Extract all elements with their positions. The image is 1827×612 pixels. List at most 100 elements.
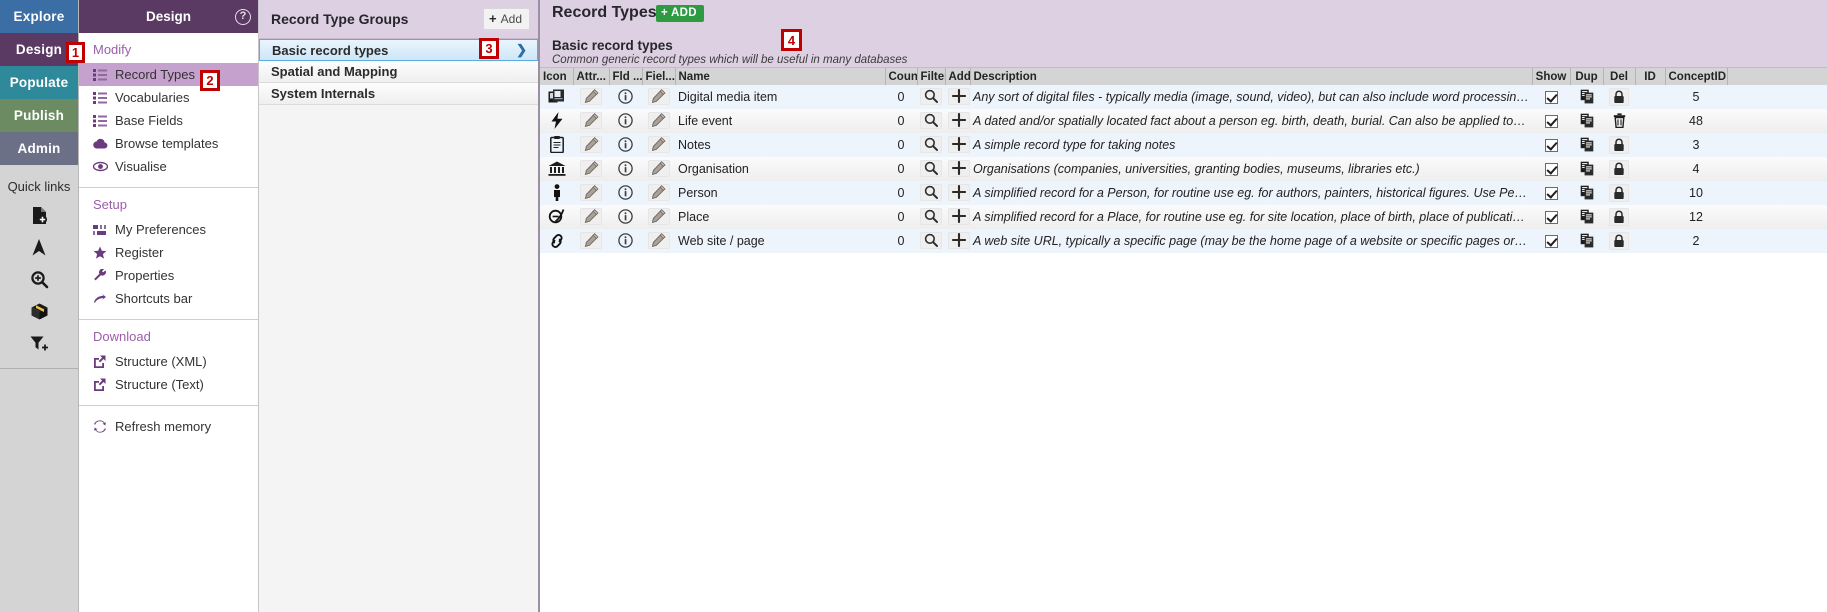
show-checkbox[interactable] [1545,139,1558,152]
pencil-icon[interactable] [580,160,602,177]
pencil-icon[interactable] [580,112,602,129]
col-show[interactable]: Show [1532,68,1570,85]
info-icon[interactable] [616,207,636,225]
plus-icon[interactable] [948,112,970,129]
group-item-system-internals[interactable]: System Internals [259,83,538,105]
plus-icon[interactable] [948,232,970,249]
sidebar-item-my-preferences[interactable]: My Preferences [79,218,258,241]
pencil-icon[interactable] [648,208,670,225]
sidebar-item-refresh-memory[interactable]: Refresh memory [79,415,258,438]
nav-button-populate[interactable]: Populate [0,66,78,99]
table-row[interactable]: Web site / page0A web site URL, typicall… [540,229,1827,253]
search-icon[interactable] [920,112,942,129]
plus-icon[interactable] [948,184,970,201]
nav-button-publish[interactable]: Publish [0,99,78,132]
show-checkbox[interactable] [1545,235,1558,248]
info-icon[interactable] [616,159,636,177]
pencil-icon[interactable] [648,160,670,177]
pencil-icon[interactable] [648,136,670,153]
copy-icon[interactable] [1577,135,1597,153]
sidebar-item-structure-xml[interactable]: Structure (XML) [79,350,258,373]
search-icon[interactable] [920,184,942,201]
add-record-icon[interactable] [28,204,50,226]
col-attr[interactable]: Attr... [573,68,609,85]
plus-icon[interactable] [948,208,970,225]
show-checkbox[interactable] [1545,163,1558,176]
show-checkbox[interactable] [1545,211,1558,224]
sidebar-item-record-types[interactable]: Record Types [79,63,258,86]
col-filter[interactable]: Filter [917,68,945,85]
col-name[interactable]: Name [675,68,885,85]
row-name[interactable]: Web site / page [675,229,885,253]
copy-icon[interactable] [1577,231,1597,249]
pencil-icon[interactable] [648,232,670,249]
pencil-icon[interactable] [580,184,602,201]
pencil-icon[interactable] [648,184,670,201]
info-icon[interactable] [616,183,636,201]
navigate-icon[interactable] [28,236,50,258]
sidebar-item-shortcuts-bar[interactable]: Shortcuts bar [79,287,258,310]
search-icon[interactable] [920,136,942,153]
col-count[interactable]: Count [885,68,917,85]
info-icon[interactable] [616,135,636,153]
sidebar-item-register[interactable]: Register [79,241,258,264]
nav-button-explore[interactable]: Explore [0,0,78,33]
table-row[interactable]: Place0A simplified record for a Place, f… [540,205,1827,229]
sidebar-item-visualise[interactable]: Visualise [79,155,258,178]
col-icon[interactable]: Icon [540,68,573,85]
show-checkbox[interactable] [1545,91,1558,104]
sidebar-item-structure-text[interactable]: Structure (Text) [79,373,258,396]
pencil-icon[interactable] [648,88,670,105]
help-icon[interactable]: ? [235,9,251,25]
table-row[interactable]: Organisation0Organisations (companies, u… [540,157,1827,181]
record-types-table-wrap[interactable]: Icon Attr... Fld ... Fiel... Name Count … [540,68,1827,612]
pencil-icon[interactable] [580,232,602,249]
col-description[interactable]: Description [970,68,1532,85]
col-del[interactable]: Del [1603,68,1635,85]
pencil-icon[interactable] [580,88,602,105]
row-name[interactable]: Notes [675,133,885,157]
info-icon[interactable] [616,231,636,249]
copy-icon[interactable] [1577,111,1597,129]
copy-icon[interactable] [1577,207,1597,225]
chevron-right-icon[interactable]: ❯ [516,42,533,58]
col-id[interactable]: ID [1635,68,1665,85]
info-icon[interactable] [616,87,636,105]
copy-icon[interactable] [1577,183,1597,201]
group-item-spatial-and-mapping[interactable]: Spatial and Mapping [259,61,538,83]
search-icon[interactable] [920,88,942,105]
col-fld2[interactable]: Fiel... [642,68,675,85]
sidebar-item-vocabularies[interactable]: Vocabularies [79,86,258,109]
sidebar-item-properties[interactable]: Properties [79,264,258,287]
row-name[interactable]: Person [675,181,885,205]
table-row[interactable]: Person0A simplified record for a Person,… [540,181,1827,205]
show-checkbox[interactable] [1545,115,1558,128]
col-fld1[interactable]: Fld ... [609,68,642,85]
nav-button-admin[interactable]: Admin [0,132,78,165]
plus-icon[interactable] [948,160,970,177]
add-group-button[interactable]: + Add [483,8,530,30]
table-row[interactable]: Digital media item0Any sort of digital f… [540,85,1827,109]
show-checkbox[interactable] [1545,187,1558,200]
info-icon[interactable] [616,111,636,129]
plus-icon[interactable] [948,88,970,105]
row-name[interactable]: Place [675,205,885,229]
trash-icon[interactable] [1609,111,1629,129]
search-icon[interactable] [28,268,50,290]
search-icon[interactable] [920,232,942,249]
pencil-icon[interactable] [580,136,602,153]
row-name[interactable]: Digital media item [675,85,885,109]
filter-add-icon[interactable] [28,332,50,354]
table-row[interactable]: Life event0A dated and/or spatially loca… [540,109,1827,133]
search-icon[interactable] [920,160,942,177]
pencil-icon[interactable] [580,208,602,225]
copy-icon[interactable] [1577,87,1597,105]
add-record-type-button[interactable]: + ADD [656,5,704,22]
col-add[interactable]: Add [945,68,970,85]
pencil-icon[interactable] [648,112,670,129]
sidebar-item-browse-templates[interactable]: Browse templates [79,132,258,155]
row-name[interactable]: Life event [675,109,885,133]
archive-icon[interactable] [28,300,50,322]
row-name[interactable]: Organisation [675,157,885,181]
table-row[interactable]: Notes0A simple record type for taking no… [540,133,1827,157]
